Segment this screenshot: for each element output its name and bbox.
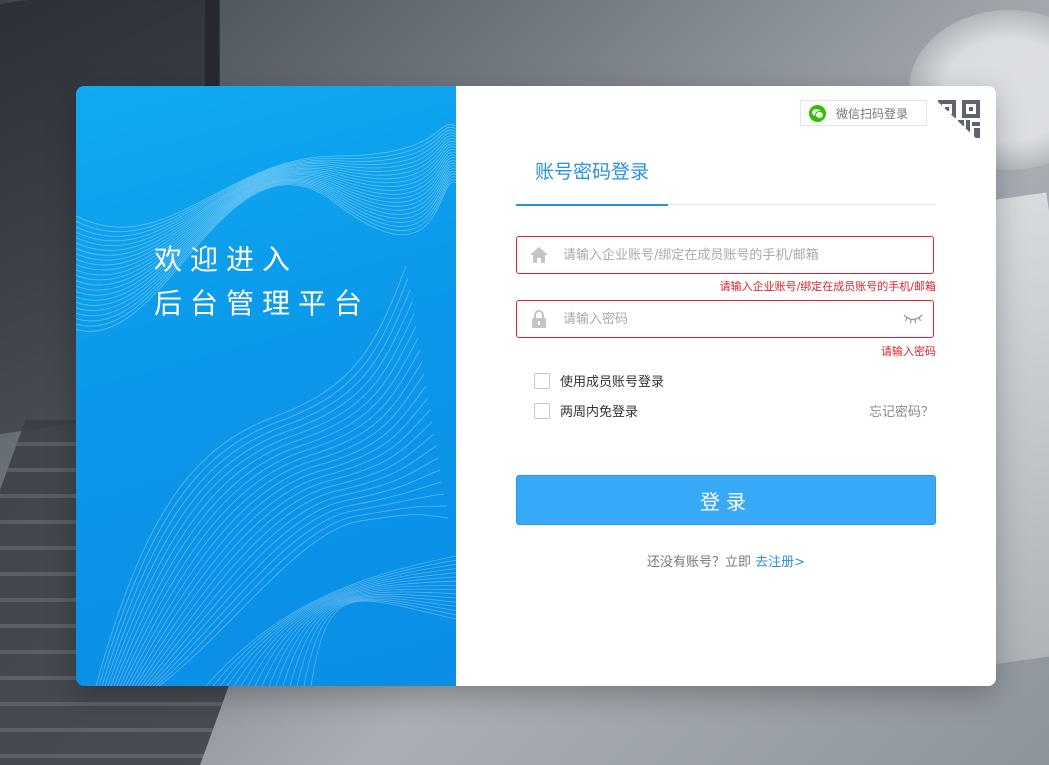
password-error: 请输入密码: [881, 345, 936, 358]
tab-divider: [668, 204, 936, 205]
home-icon: [517, 246, 561, 264]
member-login-label: 使用成员账号登录: [560, 375, 665, 390]
bg-laptop-edge: [205, 0, 219, 100]
welcome-panel: 欢迎进入 后台管理平台: [76, 86, 456, 686]
wave-line: [212, 559, 456, 686]
wave-line: [95, 265, 407, 686]
wave-line: [149, 481, 443, 686]
wave-line: [104, 301, 413, 686]
password-input[interactable]: [561, 310, 893, 328]
member-login-checkbox[interactable]: [534, 372, 550, 389]
remember-option[interactable]: 两周内免登录: [534, 401, 638, 420]
wave-line: [98, 277, 409, 686]
login-card: 欢迎进入 后台管理平台 微信扫码登录 账号密码登录 请输入企业账号/绑定在成员账…: [76, 86, 996, 686]
tab-account-password-login[interactable]: 账号密码登录: [516, 156, 668, 206]
eye-closed-icon[interactable]: [893, 313, 933, 325]
wave-line: [143, 457, 439, 686]
tab-account-password-label: 账号密码登录: [534, 161, 649, 183]
welcome-line-2: 后台管理平台: [154, 287, 371, 320]
register-prompt-text: 还没有账号？立即: [646, 555, 751, 570]
wave-lines-decoration: [76, 124, 456, 686]
register-prompt: 还没有账号？立即 去注册>: [456, 551, 996, 570]
wave-line: [310, 600, 456, 686]
wave-line: [240, 576, 456, 686]
wave-line: [296, 598, 456, 686]
account-error: 请输入企业账号/绑定在成员账号的手机/邮箱: [719, 280, 936, 293]
wave-line: [119, 361, 423, 686]
wechat-icon: [809, 104, 826, 122]
wechat-qr-login-label: 微信扫码登录: [836, 106, 909, 121]
wave-line: [261, 588, 456, 686]
register-link[interactable]: 去注册>: [755, 555, 805, 570]
member-login-option[interactable]: 使用成员账号登录: [534, 371, 664, 390]
wave-line: [110, 325, 417, 686]
welcome-text: 欢迎进入 后台管理平台: [154, 238, 370, 326]
wave-line: [275, 593, 456, 686]
qr-code-icon[interactable]: [934, 98, 984, 146]
lock-icon: [517, 310, 561, 328]
login-panel: 微信扫码登录 账号密码登录 请输入企业账号/绑定在成员账号的手机/邮箱 请输入企…: [456, 86, 996, 686]
wave-line: [125, 385, 427, 686]
welcome-line-1: 欢迎进入: [154, 243, 299, 276]
wave-line: [76, 135, 456, 247]
wave-line: [76, 126, 456, 233]
wave-line: [107, 313, 415, 686]
account-input[interactable]: [561, 246, 933, 264]
wave-line: [205, 555, 456, 686]
wechat-qr-login-tip[interactable]: 微信扫码登录: [800, 100, 928, 126]
forgot-password-link[interactable]: 忘记密码？: [869, 401, 934, 420]
login-button[interactable]: 登录: [516, 475, 936, 525]
remember-label: 两周内免登录: [560, 405, 639, 420]
wave-line: [155, 505, 447, 686]
password-field: [516, 300, 934, 338]
remember-checkbox[interactable]: [534, 402, 550, 419]
account-field: [516, 236, 934, 274]
